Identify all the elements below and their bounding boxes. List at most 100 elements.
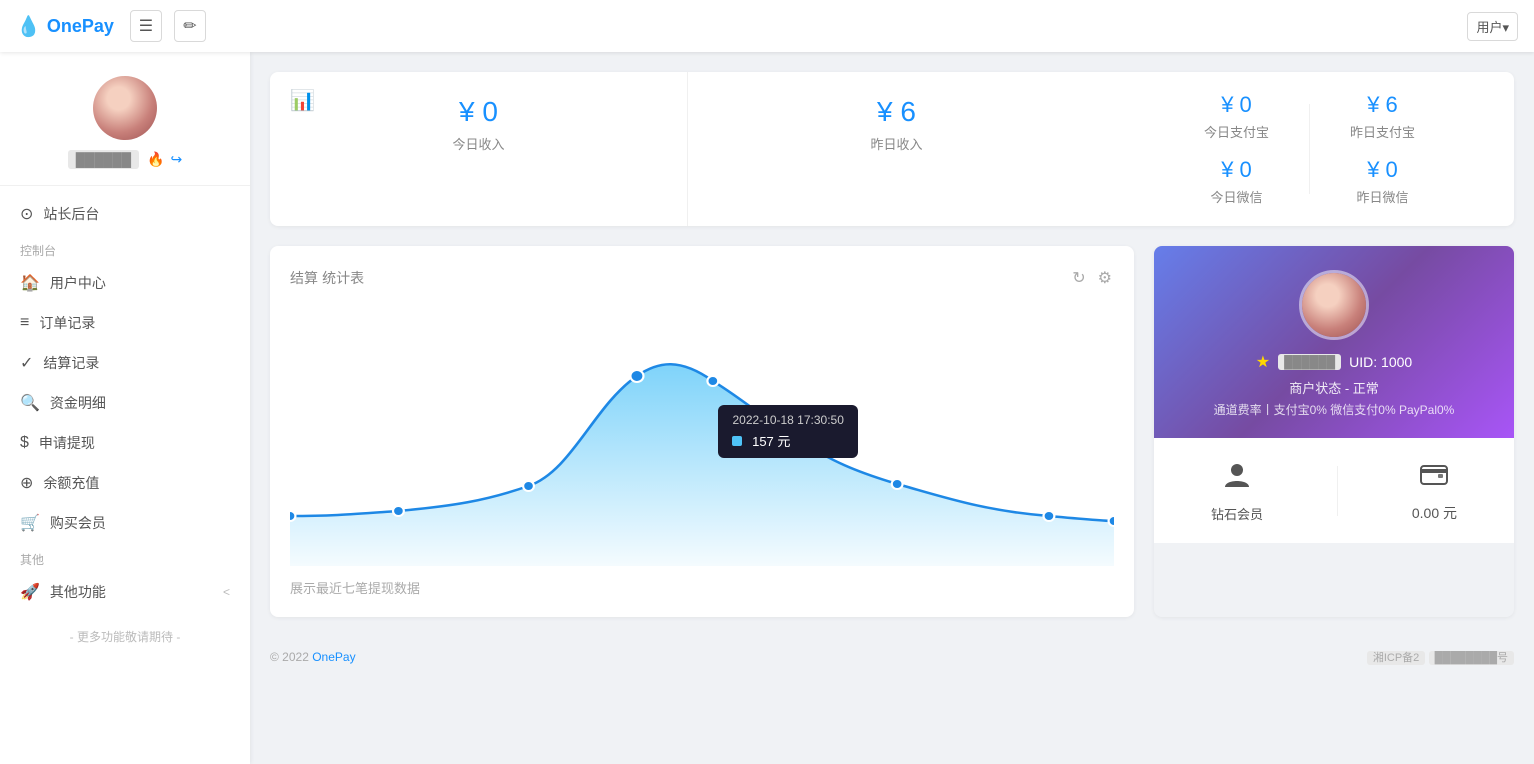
merchant-status: 商户状态 - 正常 xyxy=(1174,378,1494,397)
sidebar-item-withdraw[interactable]: $ 申请提现 xyxy=(0,423,250,463)
menu-button[interactable]: ☰ xyxy=(130,10,162,42)
profile-icons: 🔥 ↪ xyxy=(147,151,182,168)
yesterday-wechat-amount: ¥ 0 xyxy=(1350,157,1415,183)
profile-card-avatar xyxy=(1299,270,1369,340)
main-content: 📊 ¥ 0 今日收入 ¥ 6 昨日收入 👤 ¥ 0 今日支付宝 ¥ 0 今日微信… xyxy=(250,52,1534,764)
user-dropdown[interactable]: 用户▾ xyxy=(1467,12,1518,41)
member-item: 钻石会员 xyxy=(1211,459,1263,523)
dollar-icon: $ xyxy=(20,434,29,452)
chart-area-fill xyxy=(290,364,1114,566)
sidebar-buy-member-label: 购买会员 xyxy=(50,513,230,533)
sidebar-section-label: 控制台 xyxy=(0,234,250,263)
sidebar-item-buy-member[interactable]: 🛒 购买会员 xyxy=(0,503,250,543)
bottom-row: 结算 统计表 ↻ ⚙ xyxy=(270,246,1514,617)
profile-name: ██████ xyxy=(68,150,139,169)
sidebar-profile: ██████ 🔥 ↪ xyxy=(0,68,250,186)
chart-footer: 展示最近七笔提现数据 xyxy=(290,578,1114,597)
icp-suffix: ████████号 xyxy=(1429,651,1514,665)
today-alipay: ¥ 0 今日支付宝 ¥ 0 今日微信 xyxy=(1204,92,1269,206)
stats-card-today: 📊 ¥ 0 今日收入 xyxy=(270,72,687,226)
balance-value: 0.00 元 xyxy=(1412,503,1457,523)
yesterday-label: 昨日收入 xyxy=(720,134,1073,153)
uid-text: UID: 1000 xyxy=(1349,354,1412,370)
sidebar-settlement-label: 结算记录 xyxy=(43,353,230,373)
sidebar-user-center-label: 用户中心 xyxy=(50,273,230,293)
sidebar-more: - 更多功能敬请期待 - xyxy=(0,612,250,661)
yesterday-alipay-amount: ¥ 6 xyxy=(1350,92,1415,118)
wallet-svg xyxy=(1418,458,1450,490)
chart-point-3 xyxy=(523,481,534,491)
cart-icon: 🛒 xyxy=(20,513,40,533)
uid-name: ██████ xyxy=(1278,354,1341,370)
stats-divider xyxy=(1309,104,1310,194)
chart-card: 结算 统计表 ↻ ⚙ xyxy=(270,246,1134,617)
fire-icon[interactable]: 🔥 xyxy=(147,151,164,168)
chart-title-prefix: 结算 xyxy=(290,270,318,286)
sidebar-item-user-center[interactable]: 🏠 用户中心 xyxy=(0,263,250,303)
other-section-label: 其他 xyxy=(0,543,250,572)
recharge-icon: ⊕ xyxy=(20,473,33,493)
profile-card-body: 钻石会员 0.00 元 xyxy=(1154,438,1514,543)
profile-card-row: 钻石会员 0.00 元 xyxy=(1174,458,1494,523)
footer-brand: OnePay xyxy=(312,650,355,664)
star-icon: ★ xyxy=(1256,352,1270,372)
chart-title-suffix: 统计表 xyxy=(322,270,364,286)
member-label: 钻石会员 xyxy=(1211,504,1263,523)
stats-card-detail: 👤 ¥ 0 今日支付宝 ¥ 0 今日微信 ¥ 6 昨日支付宝 ¥ 0 昨日微信 xyxy=(1105,72,1514,226)
yesterday-alipay: ¥ 6 昨日支付宝 ¥ 0 昨日微信 xyxy=(1350,92,1415,206)
sidebar-item-order-records[interactable]: ≡ 订单记录 xyxy=(0,303,250,343)
chart-point-2 xyxy=(393,506,404,516)
sidebar-item-admin[interactable]: ⊙ 站长后台 xyxy=(0,194,250,234)
sidebar-withdraw-label: 申请提现 xyxy=(39,433,230,453)
today-amount: ¥ 0 xyxy=(302,96,655,128)
member-icon xyxy=(1221,459,1253,498)
edit-button[interactable]: ✏ xyxy=(174,10,206,42)
chart-point-6 xyxy=(794,436,805,446)
search-icon: 🔍 xyxy=(20,393,40,413)
chart-point-tooltip xyxy=(892,479,903,489)
today-wechat-label: 今日微信 xyxy=(1204,187,1269,206)
footer-copyright: © 2022 OnePay xyxy=(270,650,356,664)
chart-svg xyxy=(290,306,1114,566)
sidebar-item-settlement[interactable]: ✓ 结算记录 xyxy=(0,343,250,383)
sidebar-item-other-func[interactable]: 🚀 其他功能 < xyxy=(0,572,250,612)
profile-card-header: ★ ██████ UID: 1000 商户状态 - 正常 通道费率丨支付宝0% … xyxy=(1154,246,1514,438)
order-icon: ≡ xyxy=(20,314,29,332)
sidebar-order-label: 订单记录 xyxy=(39,313,230,333)
check-circle-icon: ✓ xyxy=(20,353,33,373)
today-wechat-amount: ¥ 0 xyxy=(1204,157,1269,183)
yesterday-alipay-label: 昨日支付宝 xyxy=(1350,122,1415,141)
profile-name-row: ██████ 🔥 ↪ xyxy=(68,150,182,169)
admin-icon: ⊙ xyxy=(20,204,33,224)
icp-text: 湘ICP备2 xyxy=(1367,651,1425,665)
bar-chart-icon: 📊 xyxy=(290,88,315,113)
balance-item: 0.00 元 xyxy=(1412,458,1457,523)
logo: 💧 OnePay xyxy=(16,14,114,39)
settings-button[interactable]: ⚙ xyxy=(1096,266,1114,290)
sidebar-recharge-label: 余额充值 xyxy=(43,473,230,493)
sidebar-fund-label: 资金明细 xyxy=(50,393,230,413)
profile-uid-row: ★ ██████ UID: 1000 xyxy=(1174,352,1494,372)
chart-header: 结算 统计表 ↻ ⚙ xyxy=(290,266,1114,290)
chart-point-8 xyxy=(1109,516,1114,526)
sidebar-item-recharge[interactable]: ⊕ 余额充值 xyxy=(0,463,250,503)
person-svg xyxy=(1221,459,1253,491)
stats-right-row: ¥ 0 今日支付宝 ¥ 0 今日微信 ¥ 6 昨日支付宝 ¥ 0 昨日微信 xyxy=(1133,92,1486,206)
sidebar-item-fund[interactable]: 🔍 资金明细 xyxy=(0,383,250,423)
stats-row: 📊 ¥ 0 今日收入 ¥ 6 昨日收入 👤 ¥ 0 今日支付宝 ¥ 0 今日微信… xyxy=(270,72,1514,226)
logout-icon[interactable]: ↪ xyxy=(170,151,182,168)
wallet-icon xyxy=(1418,458,1450,497)
refresh-button[interactable]: ↻ xyxy=(1070,266,1087,290)
footer-icp: 湘ICP备2 ████████号 xyxy=(1367,649,1514,665)
avatar xyxy=(93,76,157,140)
today-label: 今日收入 xyxy=(302,134,655,153)
home-icon: 🏠 xyxy=(20,273,40,293)
logo-text: OnePay xyxy=(47,16,114,37)
channel-rate: 通道费率丨支付宝0% 微信支付0% PayPal0% xyxy=(1174,401,1494,418)
chart-point-5 xyxy=(707,376,718,386)
page-footer: © 2022 OnePay 湘ICP备2 ████████号 xyxy=(270,637,1514,677)
chart-area: 2022-10-18 17:30:50 157 元 xyxy=(290,306,1114,566)
today-alipay-amount: ¥ 0 xyxy=(1204,92,1269,118)
profile-card: ★ ██████ UID: 1000 商户状态 - 正常 通道费率丨支付宝0% … xyxy=(1154,246,1514,617)
chart-actions: ↻ ⚙ xyxy=(1070,266,1114,290)
